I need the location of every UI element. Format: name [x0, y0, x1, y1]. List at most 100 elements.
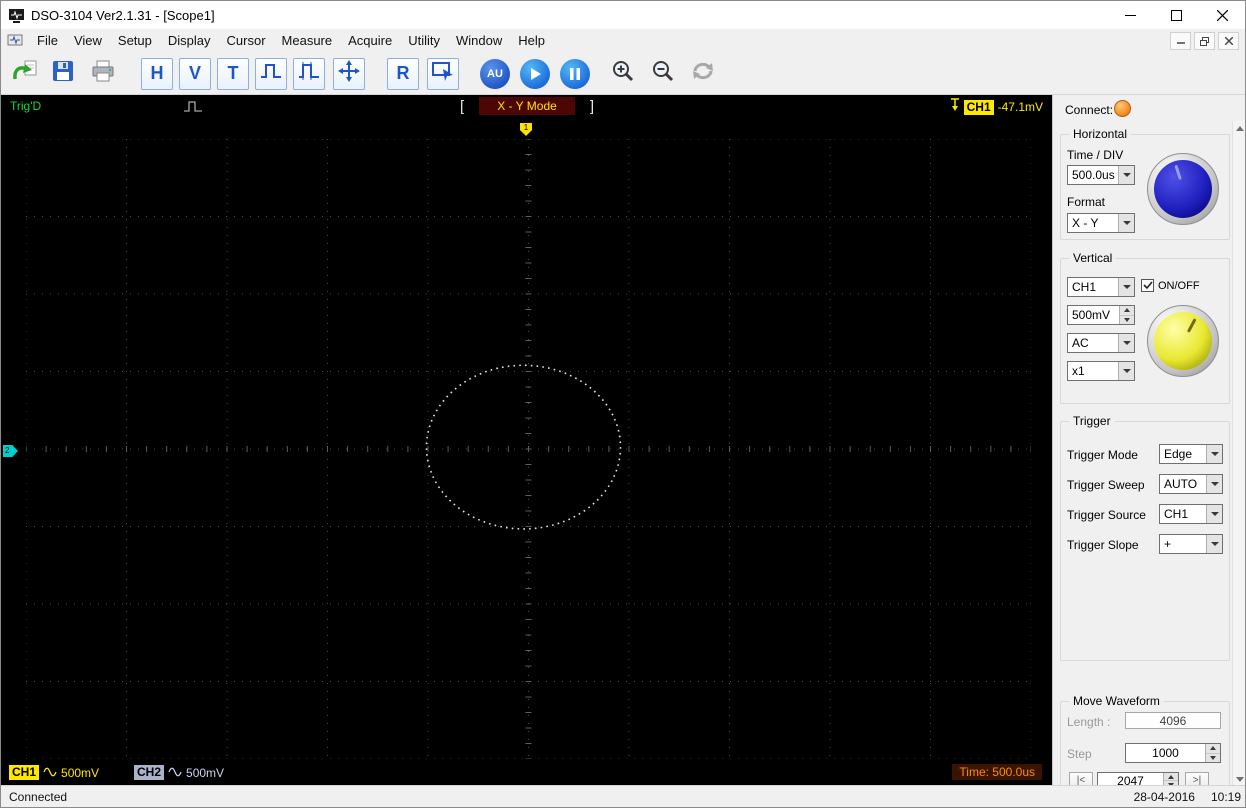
channel-select[interactable]: CH1 — [1067, 277, 1135, 297]
length-label: Length : — [1067, 715, 1111, 729]
status-date: 28-04-2016 — [1133, 789, 1195, 804]
refresh-button[interactable] — [687, 58, 719, 90]
scope-document-icon — [7, 34, 23, 48]
menu-item-acquire[interactable]: Acquire — [340, 30, 400, 52]
trigger-settings-button[interactable]: T — [217, 57, 249, 90]
step-spinner[interactable]: 1000 — [1125, 743, 1221, 763]
ch1-readout: CH1 500mV — [9, 765, 99, 780]
chevron-down-icon — [1118, 278, 1134, 296]
waveform-plot — [25, 138, 1032, 760]
ch2-level-marker[interactable]: 2 — [3, 445, 18, 457]
menu-item-setup[interactable]: Setup — [110, 30, 160, 52]
pause-button[interactable] — [559, 58, 591, 90]
horizontal-group: Horizontal Time / DIV 500.0us Format X -… — [1060, 127, 1230, 240]
menu-item-help[interactable]: Help — [510, 30, 553, 52]
graticule-area — [25, 138, 1032, 760]
cursor-measure-button[interactable] — [427, 57, 459, 90]
square-wave-button[interactable] — [255, 57, 287, 90]
coupling-select[interactable]: AC — [1067, 333, 1135, 353]
save-button[interactable] — [47, 58, 79, 90]
pulse-measure-icon — [297, 60, 321, 87]
trigger-sweep-select[interactable]: AUTO — [1159, 474, 1223, 494]
trigger-level-readout: CH1 -47.1mV — [950, 98, 1043, 116]
window-title: DSO-3104 Ver2.1.31 - [Scope1] — [31, 7, 215, 23]
format-select[interactable]: X - Y — [1067, 213, 1135, 233]
pause-icon — [560, 58, 590, 89]
vertical-knob[interactable] — [1147, 305, 1219, 377]
menu-item-cursor[interactable]: Cursor — [219, 30, 274, 52]
mode-label: X - Y Mode — [479, 97, 575, 115]
move-waveform-button[interactable] — [333, 57, 365, 90]
print-button[interactable] — [87, 58, 119, 90]
trigger-source-select[interactable]: CH1 — [1159, 504, 1223, 524]
chevron-down-icon — [1118, 214, 1134, 232]
move-waveform-title: Move Waveform — [1069, 694, 1164, 708]
mdi-restore-button[interactable] — [1194, 32, 1215, 50]
zoom-in-button[interactable] — [607, 58, 639, 90]
vertical-settings-button[interactable]: V — [179, 57, 211, 90]
spinner-buttons[interactable] — [1205, 744, 1220, 762]
menu-item-display[interactable]: Display — [160, 30, 219, 52]
display-mode-indicator: [ X - Y Mode ] — [460, 97, 594, 115]
toolbar: H V T R AU — [1, 53, 1245, 95]
vertical-settings-label: V — [188, 63, 201, 83]
panel-scrollbar[interactable] — [1232, 121, 1245, 787]
chevron-down-icon — [1206, 535, 1222, 553]
time-div-select[interactable]: 500.0us — [1067, 165, 1135, 185]
length-value: 4096 — [1125, 712, 1221, 729]
trigger-channel-badge: CH1 — [963, 99, 994, 115]
horizontal-knob[interactable] — [1147, 153, 1219, 225]
control-panel: Connect: Horizontal Time / DIV 500.0us F… — [1052, 95, 1245, 787]
record-label: R — [396, 63, 410, 83]
menu-item-view[interactable]: View — [66, 30, 110, 52]
mdi-minimize-button[interactable] — [1170, 32, 1191, 50]
menu-item-measure[interactable]: Measure — [274, 30, 341, 52]
horizontal-group-title: Horizontal — [1069, 127, 1132, 141]
menu-item-file[interactable]: File — [29, 30, 66, 52]
trigger-group: Trigger Trigger Mode Edge Trigger Sweep … — [1060, 414, 1230, 661]
scope-display: Trig'D [ X - Y Mode ] CH1 -47.1mV 1 2 CH… — [1, 95, 1052, 787]
chevron-down-icon — [1118, 362, 1134, 380]
chevron-down-icon — [1118, 334, 1134, 352]
step-label: Step — [1067, 747, 1092, 761]
spinner-buttons[interactable] — [1119, 306, 1134, 324]
ch2-readout: CH2 500mV — [134, 765, 224, 780]
mode-right-bracket: ] — [589, 97, 594, 115]
start-button[interactable] — [519, 58, 551, 90]
trigger-status: Trig'D — [10, 99, 42, 113]
scroll-up-icon[interactable] — [1233, 121, 1245, 136]
open-icon — [12, 59, 38, 88]
square-wave-icon — [259, 60, 283, 87]
pulse-measure-button[interactable] — [293, 57, 325, 90]
autoset-button[interactable]: AU — [479, 58, 511, 90]
close-button[interactable] — [1199, 1, 1245, 29]
probe-select[interactable]: x1 — [1067, 361, 1135, 381]
chevron-down-icon — [1206, 445, 1222, 463]
connect-indicator[interactable] — [1114, 100, 1131, 117]
maximize-button[interactable] — [1153, 1, 1199, 29]
trigger-mode-select[interactable]: Edge — [1159, 444, 1223, 464]
channel-onoff-checkbox[interactable] — [1141, 279, 1154, 292]
menu-item-window[interactable]: Window — [448, 30, 510, 52]
trigger-source-label: Trigger Source — [1067, 508, 1146, 522]
trigger-group-title: Trigger — [1069, 414, 1115, 428]
horizontal-settings-button[interactable]: H — [141, 57, 173, 90]
channel-onoff-row: ON/OFF — [1141, 279, 1200, 292]
app-icon — [8, 8, 25, 23]
move-arrows-icon — [338, 60, 360, 87]
menu-item-utility[interactable]: Utility — [400, 30, 448, 52]
zoom-out-button[interactable] — [647, 58, 679, 90]
move-waveform-group: Move Waveform Length : 4096 Step 1000 |<… — [1060, 694, 1230, 787]
format-label: Format — [1067, 195, 1106, 209]
record-button[interactable]: R — [387, 57, 419, 90]
minimize-button[interactable] — [1107, 1, 1153, 29]
trigger-slope-select[interactable]: + — [1159, 534, 1223, 554]
main-content: Trig'D [ X - Y Mode ] CH1 -47.1mV 1 2 CH… — [1, 95, 1245, 787]
spin-up-icon — [1164, 773, 1178, 781]
open-button[interactable] — [9, 58, 41, 90]
channel-readout-bar: CH1 500mV CH2 500mV Time: 500.0us — [1, 763, 1052, 785]
volts-div-spinner[interactable]: 500mV — [1067, 305, 1135, 325]
mdi-close-button[interactable] — [1218, 32, 1239, 50]
vertical-group-title: Vertical — [1069, 251, 1117, 265]
trigger-position-marker[interactable]: 1 — [520, 123, 532, 136]
